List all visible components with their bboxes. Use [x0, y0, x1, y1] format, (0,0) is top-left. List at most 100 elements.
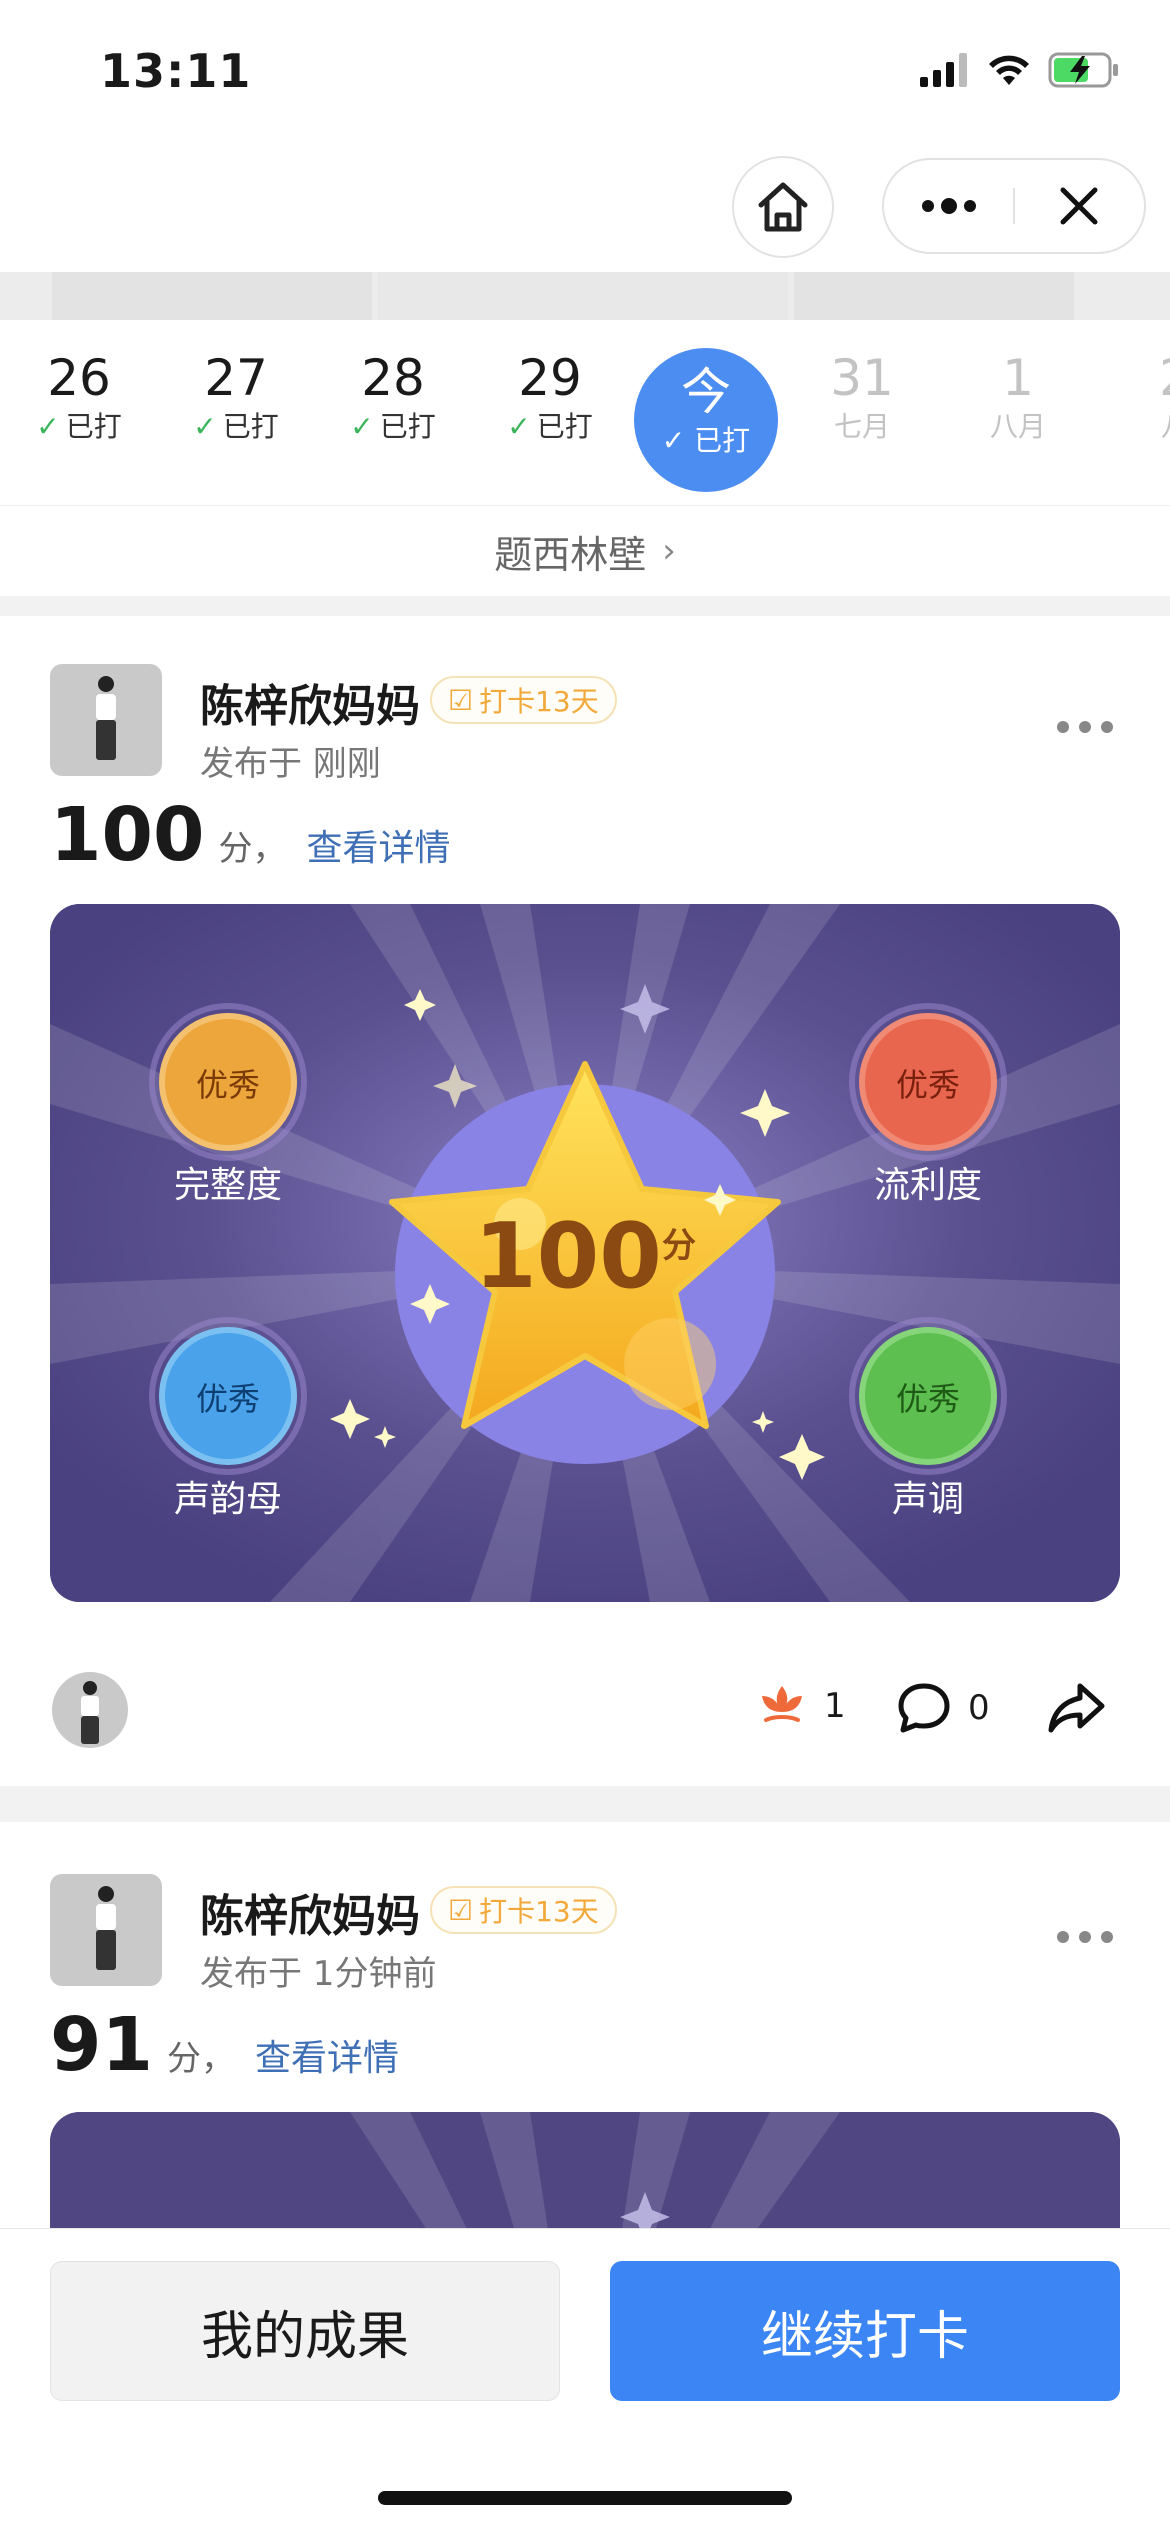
- score-value: 100: [50, 792, 205, 878]
- more-options-button[interactable]: [884, 160, 1013, 252]
- more-dots-icon: [1057, 1931, 1113, 1943]
- avatar[interactable]: [50, 664, 162, 776]
- capsule-menu: [882, 158, 1146, 254]
- check-icon: ✓: [350, 410, 374, 443]
- check-icon: ✓: [661, 424, 695, 457]
- close-icon: [1060, 187, 1098, 225]
- date-number: 29: [518, 349, 582, 407]
- share-icon: [1048, 1683, 1105, 1733]
- author-name[interactable]: 陈梓欣妈妈: [200, 670, 420, 734]
- date-status: ✓ 已打: [4, 408, 154, 446]
- date-item-29[interactable]: 29 ✓ 已打: [475, 348, 625, 446]
- date-status: ✓ 已打: [318, 408, 468, 446]
- date-selector: 26 ✓ 已打 27 ✓ 已打 28 ✓ 已打 29 ✓ 已打 今 ✓ 已打 31 七月…: [0, 320, 1170, 506]
- liker-avatar[interactable]: [52, 1672, 128, 1748]
- battery-charging-icon: [1048, 52, 1118, 88]
- metric-tone: 优秀 声调: [848, 1374, 1008, 1522]
- metric-grade: 优秀: [895, 1066, 960, 1104]
- comment-icon: [898, 1683, 950, 1733]
- wifi-icon: [989, 55, 1029, 85]
- score-unit: 分，: [166, 2039, 235, 2079]
- signal-icon: [920, 53, 967, 87]
- checkin-post: 陈梓欣妈妈 ☑ 打卡13天 发布于 1分钟前 91 分， 查看详情: [0, 1822, 1170, 2312]
- status-time: 13:11: [100, 44, 252, 98]
- view-details-link[interactable]: 查看详情: [255, 2029, 399, 2081]
- date-status-label: 已打: [222, 410, 279, 443]
- date-number: 今: [681, 363, 731, 421]
- more-dots-icon: [921, 198, 976, 214]
- post-time: 发布于 1分钟前: [200, 1954, 437, 1994]
- flower-like-icon: [762, 1686, 802, 1722]
- date-item-26[interactable]: 26 ✓ 已打: [4, 348, 154, 446]
- metric-label: 完整度: [173, 1165, 282, 1206]
- date-item-31[interactable]: 31 七月: [787, 348, 937, 446]
- date-month-label: 八: [1100, 408, 1170, 446]
- mini-program-header: [0, 140, 1170, 272]
- checkin-badge: ☑ 打卡13天: [430, 1886, 617, 1934]
- metric-label: 声韵母: [173, 1479, 282, 1520]
- section-divider: [0, 596, 1170, 616]
- bottom-action-bar: 我的成果 继续打卡: [0, 2228, 1170, 2532]
- post-more-button[interactable]: [1056, 698, 1114, 744]
- score-line: 91 分， 查看详情: [50, 2002, 399, 2088]
- author-name[interactable]: 陈梓欣妈妈: [200, 1880, 420, 1944]
- metric-completeness: 优秀 完整度: [148, 1060, 308, 1208]
- score-value: 91: [50, 2002, 153, 2088]
- checkin-post: 陈梓欣妈妈 ☑ 打卡13天 发布于 刚刚 100 分， 查看详情 100分 优秀…: [0, 616, 1170, 1786]
- date-item-27[interactable]: 27 ✓ 已打: [161, 348, 311, 446]
- home-icon: [758, 182, 808, 232]
- score-unit: 分，: [218, 829, 287, 869]
- date-item-2[interactable]: 2 八: [1100, 348, 1170, 446]
- status-icons: [920, 52, 1120, 88]
- view-details-link[interactable]: 查看详情: [306, 819, 450, 871]
- date-month-label: 八月: [989, 410, 1046, 443]
- close-button[interactable]: [1015, 160, 1144, 252]
- date-number: 26: [47, 349, 111, 407]
- home-button[interactable]: [732, 156, 834, 258]
- metric-label: 流利度: [873, 1165, 982, 1206]
- date-number: 31: [830, 349, 894, 407]
- post-actions: 1 0: [0, 1642, 1170, 1772]
- date-status: ✓ 已打: [475, 408, 625, 446]
- check-square-icon: ☑: [448, 683, 474, 717]
- date-number: 27: [204, 349, 268, 407]
- metric-grade: 优秀: [895, 1380, 960, 1418]
- check-square-icon: ☑: [448, 1893, 474, 1927]
- date-month-label: 七月: [833, 410, 890, 443]
- post-more-button[interactable]: [1056, 1908, 1114, 1954]
- date-number: 2: [1100, 348, 1170, 408]
- date-status: ✓ 已打: [634, 422, 778, 460]
- metric-fluency: 优秀 流利度: [848, 1060, 1008, 1208]
- more-dots-icon: [1057, 721, 1113, 733]
- metric-initials-finals: 优秀 声韵母: [148, 1374, 308, 1522]
- status-bar: 13:11: [0, 0, 1170, 140]
- check-icon: ✓: [36, 410, 60, 443]
- share-button[interactable]: [1046, 1680, 1106, 1736]
- chevron-right-icon: ›: [662, 531, 676, 571]
- avatar[interactable]: [50, 1874, 162, 1986]
- like-count: 1: [824, 1686, 846, 1726]
- like-button[interactable]: 1: [756, 1680, 846, 1732]
- metric-label: 声调: [891, 1479, 964, 1520]
- score-result-card[interactable]: 100分 优秀 完整度 优秀 流利度 优秀 声韵母 优秀 声调: [50, 904, 1120, 1602]
- person-icon: [96, 676, 116, 760]
- date-status-label: 已打: [536, 410, 593, 443]
- continue-checkin-button[interactable]: 继续打卡: [610, 2261, 1120, 2401]
- checkin-badge-label: 打卡13天: [479, 685, 599, 718]
- date-number: 28: [361, 349, 425, 407]
- date-item-1[interactable]: 1 八月: [943, 348, 1093, 446]
- date-item-28[interactable]: 28 ✓ 已打: [318, 348, 468, 446]
- check-icon: ✓: [507, 410, 531, 443]
- my-results-button[interactable]: 我的成果: [50, 2261, 560, 2401]
- poem-title-link[interactable]: 题西林壁 ›: [0, 506, 1170, 596]
- date-item-today[interactable]: 今 ✓ 已打: [634, 348, 778, 492]
- check-icon: ✓: [193, 410, 217, 443]
- section-divider: [0, 1786, 1170, 1822]
- date-status-label: 已打: [694, 424, 751, 457]
- comment-count: 0: [968, 1688, 990, 1728]
- card-score-unit: 分: [661, 1226, 696, 1266]
- date-status: ✓ 已打: [161, 408, 311, 446]
- person-icon: [96, 1886, 116, 1970]
- comment-button[interactable]: 0: [896, 1680, 990, 1736]
- home-indicator: [378, 2491, 792, 2505]
